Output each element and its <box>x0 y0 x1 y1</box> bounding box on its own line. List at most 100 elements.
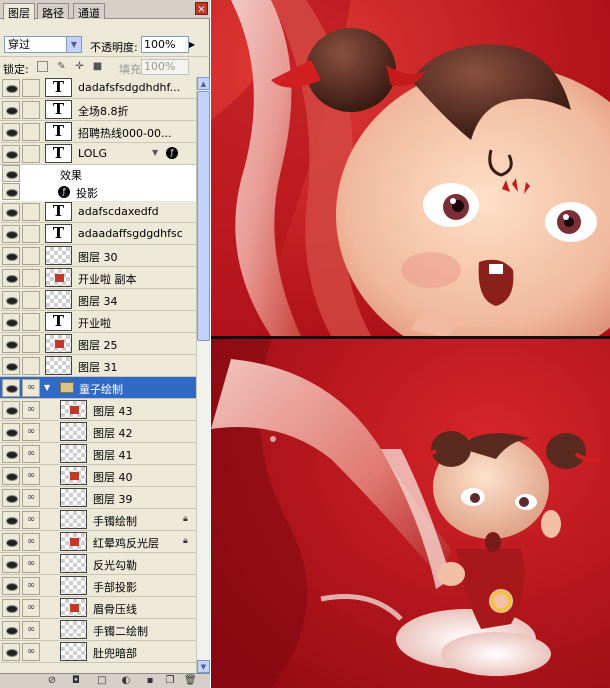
chevron-down-icon[interactable]: ▼ <box>152 148 158 157</box>
chain-link-icon[interactable]: ∞ <box>22 599 40 617</box>
chain-link-icon[interactable] <box>22 269 40 287</box>
chain-link-icon[interactable]: ∞ <box>22 489 40 507</box>
layer-row[interactable]: Tadaadaffsgdgdhfsc <box>0 223 196 245</box>
chain-link-icon[interactable] <box>22 291 40 309</box>
eye-icon[interactable] <box>2 165 20 182</box>
layer-effects-header[interactable]: 效果 <box>0 165 196 183</box>
layer-effect-item[interactable]: ƒ 投影 <box>0 183 196 201</box>
lock-brush-icon[interactable]: ✎ <box>56 61 67 72</box>
layer-row[interactable]: ∞ 肚兜暗部 <box>0 641 196 663</box>
chain-link-icon[interactable]: ∞ <box>22 511 40 529</box>
chain-link-icon[interactable] <box>22 247 40 265</box>
tab-paths[interactable]: 路径 <box>37 3 69 20</box>
eye-icon[interactable] <box>2 123 20 141</box>
lock-transparency-icon[interactable] <box>37 61 48 72</box>
layer-group-row[interactable]: ∞ ▼ 童子绘制 <box>0 377 196 399</box>
layer-row[interactable]: ∞ 手镯二绘制 <box>0 619 196 641</box>
scrollbar-thumb[interactable] <box>197 91 210 341</box>
chain-link-icon[interactable] <box>22 357 40 375</box>
chain-link-icon[interactable]: ∞ <box>22 467 40 485</box>
opacity-input[interactable]: 100% <box>141 36 189 53</box>
layer-style-icon[interactable]: ◘ <box>70 675 82 687</box>
eye-icon[interactable] <box>2 225 20 243</box>
layer-row[interactable]: 图层 25 <box>0 333 196 355</box>
eye-icon[interactable] <box>2 203 20 221</box>
chain-link-icon[interactable] <box>22 313 40 331</box>
eye-icon[interactable] <box>2 379 20 397</box>
layer-row[interactable]: T 招聘热线000-00... <box>0 121 196 143</box>
eye-icon[interactable] <box>2 533 20 551</box>
eye-icon[interactable] <box>2 511 20 529</box>
adjustment-layer-icon[interactable]: ▪ <box>144 675 156 687</box>
eye-icon[interactable] <box>2 335 20 353</box>
chain-link-icon[interactable] <box>22 335 40 353</box>
layer-row[interactable]: ∞ 图层 43 <box>0 399 196 421</box>
new-group-icon[interactable]: ◐ <box>120 675 132 687</box>
eye-icon[interactable] <box>2 599 20 617</box>
eye-icon[interactable] <box>2 401 20 419</box>
chain-link-icon[interactable]: ∞ <box>22 621 40 639</box>
tab-channels[interactable]: 通道 <box>73 3 105 20</box>
scroll-up-icon[interactable]: ▲ <box>197 77 210 90</box>
lock-move-icon[interactable]: ✛ <box>74 61 85 72</box>
eye-icon[interactable] <box>2 467 20 485</box>
layer-row[interactable]: 图层 31 <box>0 355 196 377</box>
chain-link-icon[interactable]: ∞ <box>22 643 40 661</box>
opacity-slider-arrow-icon[interactable]: ▶ <box>189 37 199 52</box>
blend-mode-select[interactable]: 穿过 ▼ <box>4 36 82 53</box>
chain-link-icon[interactable] <box>22 145 40 163</box>
eye-icon[interactable] <box>2 643 20 661</box>
eye-icon[interactable] <box>2 183 20 200</box>
eye-icon[interactable] <box>2 313 20 331</box>
chain-link-icon[interactable]: ∞ <box>22 401 40 419</box>
eye-icon[interactable] <box>2 291 20 309</box>
chain-link-icon[interactable] <box>22 203 40 221</box>
eye-icon[interactable] <box>2 621 20 639</box>
eye-icon[interactable] <box>2 101 20 119</box>
layer-row[interactable]: 开业啦 副本 <box>0 267 196 289</box>
chain-link-icon[interactable] <box>22 123 40 141</box>
chevron-down-icon[interactable]: ▼ <box>44 383 50 392</box>
layer-row[interactable]: ∞ 手镯绘制 🔒︎ <box>0 509 196 531</box>
layer-row[interactable]: ∞ 图层 40 <box>0 465 196 487</box>
layer-list-scrollbar[interactable]: ▲ ▼ <box>196 77 210 673</box>
layer-row[interactable]: ∞ 反光勾勒 <box>0 553 196 575</box>
close-icon[interactable]: × <box>195 2 208 15</box>
layer-row[interactable]: ∞ 红晕鸡反光层 🔒︎ <box>0 531 196 553</box>
chain-link-icon[interactable] <box>22 101 40 119</box>
scroll-down-icon[interactable]: ▼ <box>197 660 210 673</box>
fx-badge-icon[interactable]: ƒ <box>166 147 178 159</box>
chain-link-icon[interactable]: ∞ <box>22 577 40 595</box>
tab-layers[interactable]: 图层 <box>3 3 35 20</box>
eye-icon[interactable] <box>2 555 20 573</box>
layer-row[interactable]: T 开业啦 <box>0 311 196 333</box>
layer-row[interactable]: T LOLG ▼ ƒ <box>0 143 196 165</box>
fill-input[interactable]: 100% <box>141 59 189 75</box>
chain-link-icon[interactable]: ∞ <box>22 555 40 573</box>
eye-icon[interactable] <box>2 577 20 595</box>
chain-link-icon[interactable]: ∞ <box>22 445 40 463</box>
chain-link-icon[interactable]: ∞ <box>22 533 40 551</box>
layer-mask-icon[interactable]: □ <box>96 675 108 687</box>
chain-link-icon[interactable]: ∞ <box>22 423 40 441</box>
chain-link-icon[interactable] <box>22 225 40 243</box>
chevron-down-icon[interactable]: ▼ <box>66 37 81 52</box>
eye-icon[interactable] <box>2 445 20 463</box>
eye-icon[interactable] <box>2 247 20 265</box>
layer-row[interactable]: Tdadafsfsdgdhdhf... <box>0 77 196 99</box>
new-layer-icon[interactable]: ❐ <box>164 675 176 687</box>
layer-row[interactable]: ∞ 图层 39 <box>0 487 196 509</box>
eye-icon[interactable] <box>2 423 20 441</box>
layer-row[interactable]: Tadafscdaxedfd <box>0 201 196 223</box>
padlock-icon[interactable]: ■ <box>92 61 103 72</box>
chain-link-icon[interactable]: ∞ <box>22 379 40 397</box>
eye-icon[interactable] <box>2 357 20 375</box>
eye-icon[interactable] <box>2 79 20 97</box>
layer-row[interactable]: ∞ 图层 41 <box>0 443 196 465</box>
layer-row[interactable]: ∞ 手部投影 <box>0 575 196 597</box>
link-layers-icon[interactable]: ⊘ <box>46 675 58 687</box>
layer-row[interactable]: T 全场8.8折 <box>0 99 196 121</box>
layer-row[interactable]: ∞ 图层 42 <box>0 421 196 443</box>
layer-row[interactable]: ∞ 眉骨压线 <box>0 597 196 619</box>
layer-row[interactable]: 图层 30 <box>0 245 196 267</box>
